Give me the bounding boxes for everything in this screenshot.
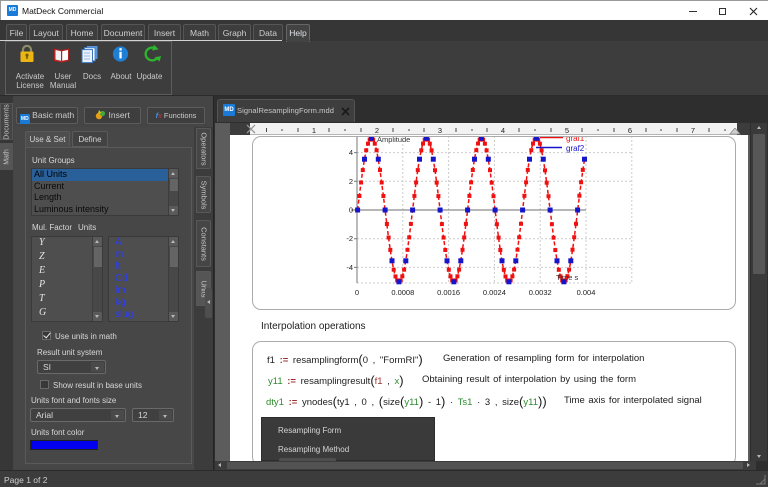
svg-text:-4: -4 bbox=[346, 262, 353, 271]
svg-text:0.0008: 0.0008 bbox=[391, 288, 414, 297]
svg-text:5: 5 bbox=[565, 126, 569, 135]
svg-text:-2: -2 bbox=[346, 234, 353, 243]
svg-text:0: 0 bbox=[354, 288, 358, 297]
svg-text:7: 7 bbox=[691, 126, 695, 135]
svg-text:0.004: 0.004 bbox=[576, 288, 595, 297]
svg-text:4: 4 bbox=[348, 148, 352, 157]
svg-text:2: 2 bbox=[348, 176, 352, 185]
svg-text:0.0016: 0.0016 bbox=[437, 288, 460, 297]
svg-text:0.0024: 0.0024 bbox=[482, 288, 505, 297]
svg-text:0: 0 bbox=[348, 205, 352, 214]
svg-text:graf2: graf2 bbox=[566, 144, 585, 153]
svg-text:Time s: Time s bbox=[556, 273, 578, 282]
svg-text:graf1: graf1 bbox=[566, 136, 585, 143]
svg-text:Amplitude: Amplitude bbox=[377, 136, 410, 144]
svg-text:3: 3 bbox=[438, 126, 442, 135]
svg-text:1: 1 bbox=[312, 126, 316, 135]
svg-text:4: 4 bbox=[501, 126, 505, 135]
svg-text:6: 6 bbox=[628, 126, 632, 135]
svg-text:0.0032: 0.0032 bbox=[528, 288, 551, 297]
svg-text:2: 2 bbox=[375, 126, 379, 135]
